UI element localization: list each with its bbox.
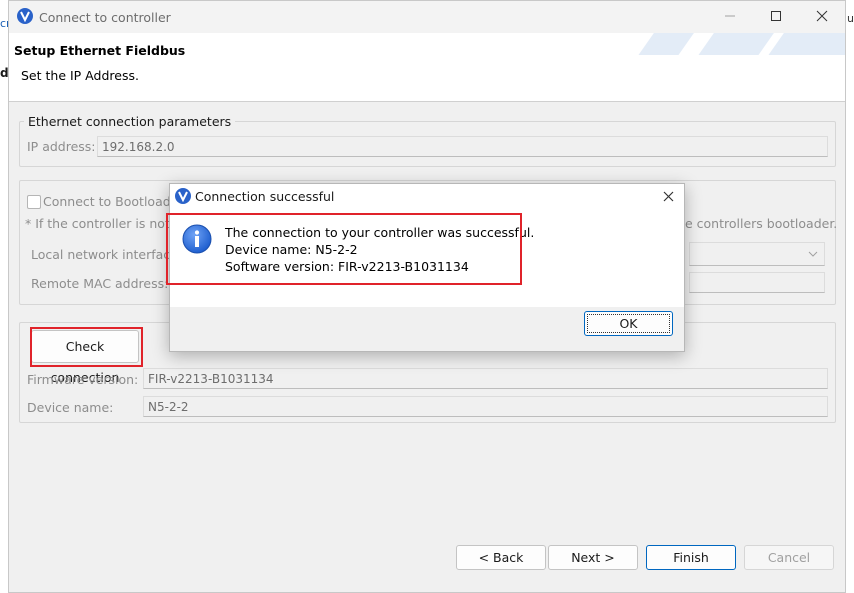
- window-title: Connect to controller: [39, 10, 171, 25]
- background-text-fragment: d: [0, 66, 8, 80]
- dialog-title: Connection successful: [195, 189, 335, 204]
- close-icon: [663, 191, 673, 201]
- background-link-fragment: cr: [0, 17, 8, 30]
- dialog-title-bar[interactable]: Connection successful: [170, 184, 684, 208]
- highlight-check-connection: [30, 327, 143, 367]
- app-logo-icon: [17, 8, 33, 24]
- chevron-down-icon: [808, 251, 818, 257]
- page-title: Setup Ethernet Fieldbus: [14, 43, 186, 58]
- local-network-interface-label: Local network interface: [31, 247, 178, 262]
- bootloader-note: * If the controller is not: [25, 216, 170, 231]
- remote-mac-address-field[interactable]: [689, 272, 825, 293]
- wizard-header: Setup Ethernet Fieldbus Set the IP Addre…: [9, 33, 845, 102]
- highlight-dialog-message: [166, 213, 522, 285]
- device-name-field[interactable]: N5-2-2: [143, 396, 828, 417]
- maximize-icon: [771, 11, 781, 21]
- background-window-edge: cr d: [0, 0, 8, 593]
- back-button[interactable]: < Back: [456, 545, 546, 570]
- maximize-button[interactable]: [753, 1, 799, 31]
- close-window-button[interactable]: [799, 1, 845, 31]
- ethernet-parameters-legend: Ethernet connection parameters: [24, 114, 236, 129]
- bootloader-checkbox-label: Connect to Bootloader: [43, 194, 184, 209]
- cancel-button[interactable]: Cancel: [744, 545, 834, 570]
- bootloader-checkbox[interactable]: [27, 195, 41, 209]
- remote-mac-address-label: Remote MAC address:: [31, 276, 169, 291]
- title-bar[interactable]: Connect to controller: [9, 1, 845, 33]
- minimize-button[interactable]: [707, 1, 753, 31]
- local-network-interface-select[interactable]: [689, 242, 825, 266]
- ok-button[interactable]: OK: [584, 311, 673, 336]
- minimize-icon: [725, 15, 735, 17]
- firmware-version-label: Firmware version:: [27, 372, 139, 387]
- background-right-fragment: u: [847, 12, 854, 25]
- ip-address-field[interactable]: 192.168.2.0: [97, 136, 828, 157]
- app-logo-icon: [175, 188, 191, 204]
- device-name-label: Device name:: [27, 400, 114, 415]
- dialog-close-button[interactable]: [656, 185, 680, 207]
- bootloader-note-end: e controllers bootloader.: [685, 216, 838, 231]
- close-icon: [816, 10, 828, 22]
- ip-address-label: IP address:: [27, 139, 96, 154]
- next-button[interactable]: Next >: [548, 545, 638, 570]
- page-description: Set the IP Address.: [21, 68, 139, 83]
- firmware-version-field[interactable]: FIR-v2213-B1031134: [143, 368, 828, 389]
- finish-button[interactable]: Finish: [646, 545, 736, 570]
